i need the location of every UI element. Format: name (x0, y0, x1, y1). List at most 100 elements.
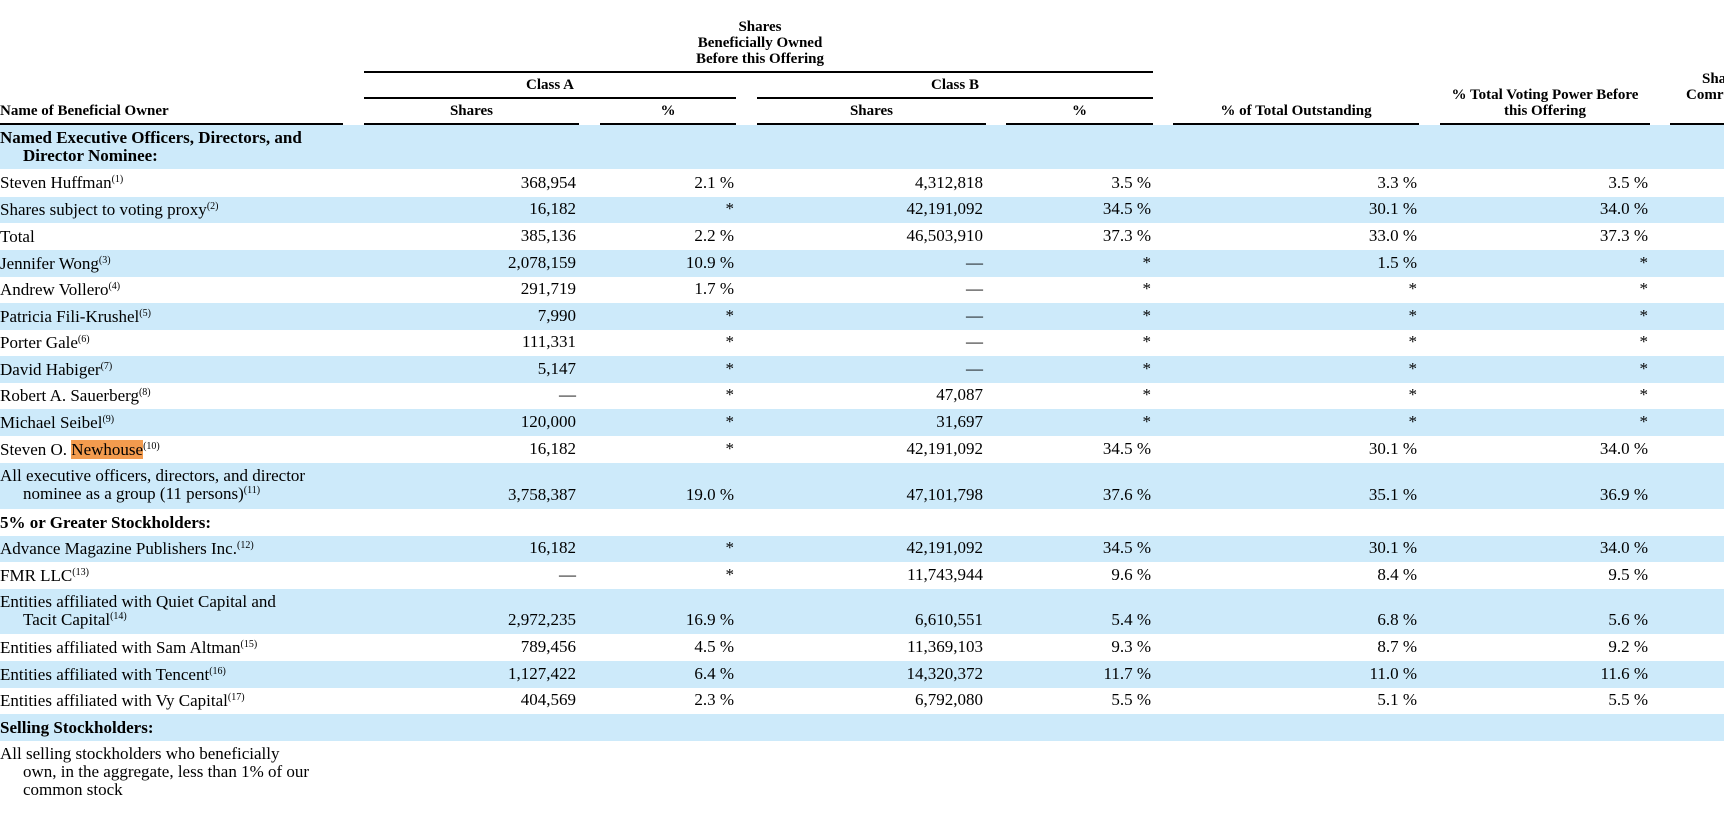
pct-voting-power: 11.6 % (1600, 664, 1648, 683)
owner-name-text: Total (0, 227, 35, 246)
pct-total-outstanding: 3.3 % (1377, 173, 1417, 192)
table-row: 5% or Greater Stockholders: (0, 509, 1724, 536)
class-b-pct: 3.5 % (1111, 173, 1151, 192)
class-b-shares: — (966, 279, 983, 298)
class-a-pct: * (725, 359, 735, 378)
class-a-pct: 4.5 % (694, 637, 734, 656)
class-a-shares: — (559, 385, 576, 404)
owner-name-line: Michael Seibel(9) (0, 414, 114, 435)
owner-name-text: All executive officers, directors, and d… (0, 466, 306, 485)
owner-name-line: Advance Magazine Publishers Inc.(12) (0, 540, 254, 561)
class-a-shares: — (559, 565, 576, 584)
class-a-shares: 404,569 (520, 690, 576, 709)
pct-voting-power-line: % Total Voting Power Before (1451, 87, 1639, 103)
class-a-shares: 120,000 (520, 412, 576, 431)
class-b-pct: 5.4 % (1111, 610, 1151, 629)
class-b-pct: 9.6 % (1111, 565, 1151, 584)
owner-name-line: Entities affiliated with Quiet Capital a… (0, 593, 276, 611)
shares-b-header: Shares (849, 103, 894, 119)
class-b-shares: 47,101,798 (906, 485, 984, 504)
class-a-pct: * (725, 412, 735, 431)
class-b-pct: 34.5 % (1102, 199, 1151, 218)
table-row: All executive officers, directors, and d… (0, 463, 1724, 509)
owner-name-line: Named Executive Officers, Directors, and (0, 129, 302, 147)
class-a-pct: * (725, 199, 735, 218)
table-row: Entities affiliated with Vy Capital(17) 4… (0, 688, 1724, 714)
class-a-shares: 1,127,422 (508, 664, 576, 683)
class-a-pct: * (725, 332, 735, 351)
pct-voting-power: 37.3 % (1599, 226, 1648, 245)
class-b-pct: 9.3 % (1111, 637, 1151, 656)
owner-name: Steven Huffman(1) (0, 174, 123, 195)
footnote-ref: (14) (110, 611, 127, 622)
pct-total-outstanding: * (1408, 332, 1418, 351)
footnote-ref: (3) (98, 255, 111, 266)
class-b-shares: 4,312,818 (915, 173, 983, 192)
class-a-pct: 1.7 % (694, 279, 734, 298)
owner-name-line: Steven Huffman(1) (0, 174, 123, 195)
class-a-pct: 2.2 % (694, 226, 734, 245)
pct-total-outstanding: 8.4 % (1377, 565, 1417, 584)
owner-name-line: own, in the aggregate, less than 1% of o… (0, 763, 309, 781)
class-b-pct: * (1142, 279, 1152, 298)
owner-name: Entities affiliated with Sam Altman(15) (0, 639, 257, 660)
pct-total-outstanding: 33.0 % (1368, 226, 1417, 245)
class-b-shares: 46,503,910 (906, 226, 984, 245)
class-b-pct: 34.5 % (1102, 538, 1151, 557)
footnote-ref: (17) (227, 692, 245, 703)
owner-name: Patricia Fili-Krushel(5) (0, 308, 151, 329)
class-a-shares: 2,078,159 (508, 253, 576, 272)
owner-name-text: Tacit Capital (23, 610, 111, 629)
owner-name-line: Porter Gale(6) (0, 334, 90, 355)
footnote-ref: (5) (139, 308, 151, 319)
pct-voting-power: * (1639, 412, 1649, 431)
owner-name-text: nominee as a group (11 persons) (23, 484, 244, 503)
footnote-ref: (15) (240, 639, 258, 650)
table-row: David Habiger(7) 5,147 * — * * * (0, 356, 1724, 383)
owner-name-line: Total (0, 228, 35, 246)
class-b-shares: 11,369,103 (907, 637, 983, 656)
class-b-shares: 6,792,080 (915, 690, 983, 709)
class-a-pct: 16.9 % (685, 610, 734, 629)
class-b-header: Class B (931, 77, 979, 93)
table-row: Andrew Vollero(4) 291,719 1.7 % — * * * (0, 277, 1724, 303)
pct-total-outstanding: * (1408, 359, 1418, 378)
class-a-shares: 385,136 (520, 226, 576, 245)
class-a-pct: 10.9 % (685, 253, 734, 272)
class-b-pct: * (1142, 332, 1152, 351)
class-a-shares: 2,972,235 (508, 610, 576, 629)
pct-voting-power: * (1639, 253, 1649, 272)
table-row: Steven Huffman(1) 368,954 2.1 % 4,312,818 3.… (0, 169, 1724, 197)
table-row: Shares subject to voting proxy(2) 16,182 *… (0, 197, 1724, 223)
pct-b-header: % (1072, 103, 1087, 119)
class-b-shares: 47,087 (936, 385, 983, 404)
group-title-line: Beneficially Owned (697, 35, 823, 51)
class-b-pct: 34.5 % (1102, 439, 1151, 458)
pct-voting-power: * (1639, 279, 1649, 298)
owner-name-line: Andrew Vollero(4) (0, 281, 120, 302)
class-a-shares: 291,719 (520, 279, 576, 298)
cut-off-line: Comr (1686, 87, 1724, 103)
owner-name-line: Selling Stockholders: (0, 719, 154, 737)
pct-voting-power-line: this Offering (1503, 103, 1587, 119)
owner-name-line: Shares subject to voting proxy(2) (0, 201, 218, 222)
class-a-pct: 2.3 % (694, 690, 734, 709)
pct-total-outstanding: 8.7 % (1377, 637, 1417, 656)
owner-name: Porter Gale(6) (0, 334, 90, 355)
owner-name-line: All executive officers, directors, and d… (0, 467, 305, 485)
owner-name-text: common stock (23, 780, 123, 799)
table-row: Entities affiliated with Sam Altman(15) 7… (0, 634, 1724, 661)
owner-name-text: Robert A. Sauerberg (0, 386, 139, 405)
owner-name-text: own, in the aggregate, less than 1% of o… (23, 762, 310, 781)
owner-name-text: Porter Gale (0, 333, 78, 352)
search-highlight: Newhouse (71, 440, 144, 459)
name-column-header: Name of Beneficial Owner (0, 103, 169, 119)
owner-name-line: 5% or Greater Stockholders: (0, 514, 211, 532)
pct-total-outstanding: 30.1 % (1368, 538, 1417, 557)
class-b-pct: * (1142, 412, 1152, 431)
footnote-ref: (10) (143, 441, 160, 452)
footnote-ref: (4) (108, 281, 121, 292)
class-a-header: Class A (526, 77, 574, 93)
footnote-ref: (9) (102, 414, 115, 425)
class-b-pct: 37.3 % (1102, 226, 1151, 245)
